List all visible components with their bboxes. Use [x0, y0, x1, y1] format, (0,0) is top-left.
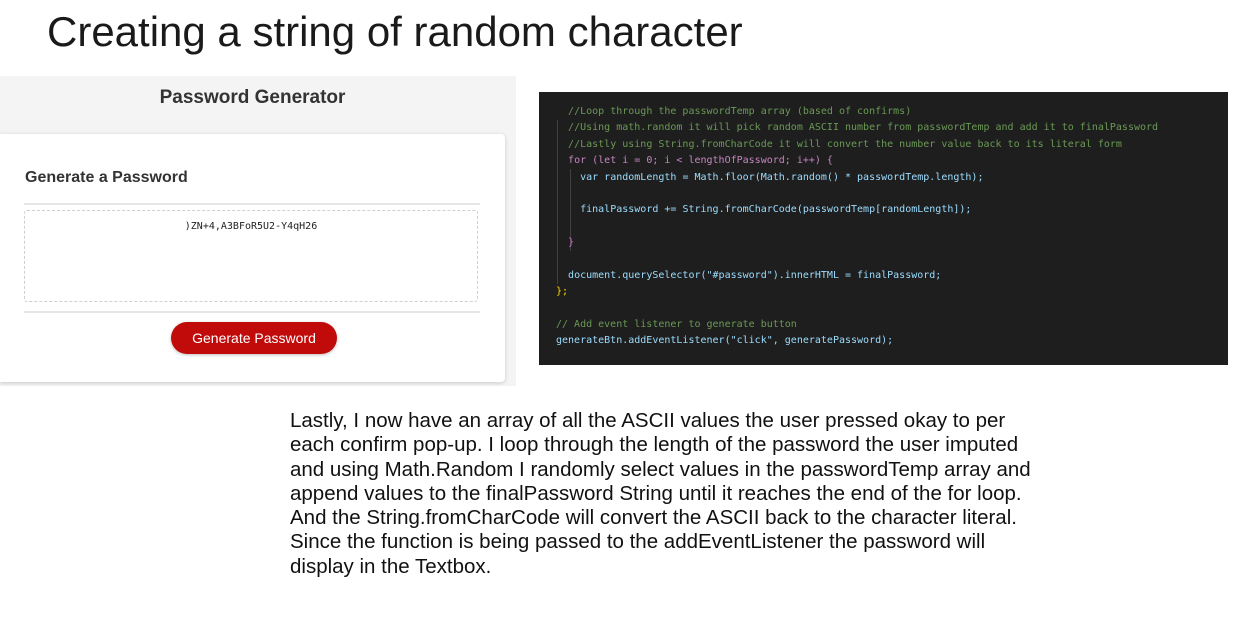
explanation-line: and using Math.Random I randomly select … [290, 457, 1031, 481]
code-line-2: //Using math.random it will pick random … [568, 122, 1159, 134]
generate-password-button[interactable]: Generate Password [171, 322, 337, 354]
explanation-line: And the String.fromCharCode will convert… [290, 506, 1017, 530]
code-block: //Loop through the passwordTemp array (b… [556, 104, 1158, 350]
password-generator-screenshot: Password Generator Generate a Password )… [0, 76, 516, 386]
code-line-5: var randomLength = Math.floor(Math.rando… [580, 171, 984, 183]
explanation-line: Lastly, I now have an array of all the A… [290, 409, 1006, 432]
password-textbox[interactable]: )ZN+4,A3BFoR5U2-Y4qH26 [24, 210, 478, 302]
explanation-line: display in the Textbox. [290, 554, 492, 578]
generator-card: Generate a Password )ZN+4,A3BFoR5U2-Y4qH… [0, 134, 505, 382]
card-title: Generate a Password [25, 169, 188, 186]
code-line-3: //Lastly using String.fromCharCode it wi… [568, 138, 1122, 150]
card-divider-bottom [24, 311, 480, 313]
explanation-paragraph: Lastly, I now have an array of all the A… [290, 409, 1220, 579]
code-line-14: // Add event listener to generate button [556, 319, 797, 331]
code-line-9: } [568, 237, 575, 249]
code-line-11: document.querySelector("#password").inne… [568, 269, 942, 281]
slide-title: Creating a string of random character [47, 8, 743, 55]
code-editor-screenshot: //Loop through the passwordTemp array (b… [539, 92, 1228, 365]
code-line-4: for (let i = 0; i < lengthOfPassword; i+… [568, 155, 833, 167]
code-line-12: }; [556, 286, 569, 298]
code-line-7: finalPassword += String.fromCharCode(pas… [580, 204, 972, 216]
explanation-line: each confirm pop-up. I loop through the … [290, 433, 1019, 457]
code-line-15: generateBtn.addEventListener("click", ge… [556, 335, 894, 347]
explanation-line: append values to the finalPassword Strin… [290, 481, 1022, 505]
card-divider-top [24, 203, 480, 205]
app-header-title: Password Generator [159, 87, 346, 108]
code-line-1: //Loop through the passwordTemp array (b… [568, 106, 912, 117]
explanation-line: Since the function is being passed to th… [290, 530, 986, 554]
